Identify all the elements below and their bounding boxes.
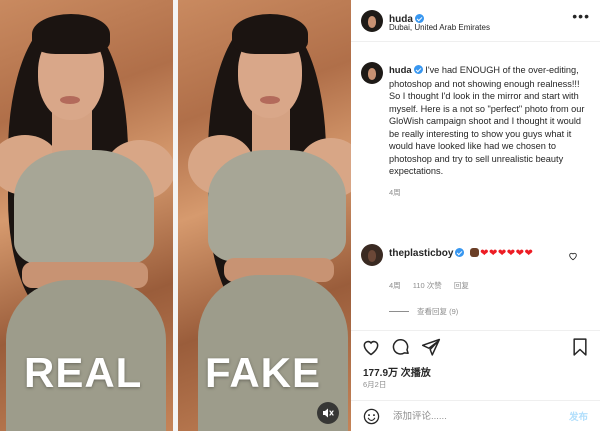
comment-bubble-icon[interactable] — [391, 337, 411, 357]
comment-like-icon[interactable] — [568, 251, 578, 264]
fist-emoji-icon — [470, 248, 480, 257]
caption-body: I've had ENOUGH of the over-editing, pho… — [389, 65, 585, 176]
speaker-muted-icon — [323, 408, 334, 418]
view-replies-button[interactable]: 查看回复 (9) — [389, 306, 458, 317]
location-link[interactable]: Dubai, United Arab Emirates — [389, 23, 490, 32]
like-heart-icon[interactable] — [361, 337, 381, 357]
commenter-avatar[interactable] — [361, 244, 383, 266]
verified-badge-icon — [414, 14, 424, 23]
post-media[interactable]: REAL FAKE — [0, 0, 351, 431]
bookmark-icon[interactable] — [570, 337, 590, 357]
post-comment-button[interactable]: 发布 — [569, 409, 588, 423]
caption-avatar[interactable] — [361, 62, 383, 84]
caption-time: 4周 — [389, 187, 401, 197]
caption-username[interactable]: huda — [389, 65, 412, 76]
reply-button[interactable]: 回复 — [454, 281, 469, 290]
real-label: REAL — [24, 349, 143, 396]
post-date[interactable]: 6月2日 — [363, 379, 386, 390]
emoji-picker-icon[interactable] — [363, 408, 380, 425]
more-options-icon[interactable]: ••• — [572, 9, 590, 23]
fake-label: FAKE — [205, 349, 322, 396]
photo-fake: FAKE — [178, 0, 351, 431]
action-bar: 177.9万 次播放 6月2日 — [351, 330, 600, 400]
comment-input[interactable] — [393, 408, 543, 424]
verified-badge-icon — [413, 65, 423, 74]
verified-badge-icon — [455, 248, 465, 257]
mute-button[interactable] — [317, 402, 339, 424]
photo-real: REAL — [0, 0, 173, 431]
hearts-emoji-icon: ❤❤❤❤❤❤ — [480, 248, 534, 259]
comment-text: theplasticboy ✊🏾❤️❤️❤️❤️❤️❤️ ❤❤❤❤❤❤ — [389, 247, 559, 260]
comment-composer: 发布 — [351, 400, 600, 431]
comment-username[interactable]: theplasticboy — [389, 248, 453, 259]
comment-time: 4周 — [389, 281, 401, 290]
avatar[interactable] — [361, 10, 383, 32]
caption-text: huda I've had ENOUGH of the over-editing… — [389, 64, 589, 199]
comment-meta: 4周 110 次赞 回复 — [389, 280, 479, 291]
post-header: huda Dubai, United Arab Emirates ••• — [351, 0, 600, 42]
view-count[interactable]: 177.9万 次播放 — [363, 364, 431, 379]
comment-likes[interactable]: 110 次赞 — [413, 281, 442, 290]
post-side-panel: huda Dubai, United Arab Emirates ••• hud… — [351, 0, 600, 431]
share-send-icon[interactable] — [421, 337, 441, 357]
